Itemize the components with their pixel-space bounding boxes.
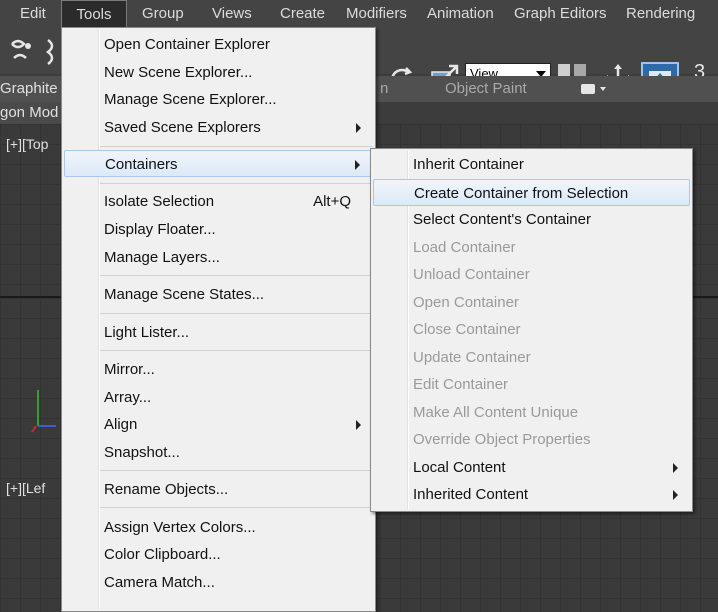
containers-submenu: Inherit Container Create Container from …: [370, 148, 693, 512]
menu-item-label: Saved Scene Explorers: [104, 119, 261, 136]
menu-item-label: Manage Scene States...: [104, 286, 265, 303]
tab-partial[interactable]: n: [380, 80, 388, 97]
menu-item-override-object-properties[interactable]: Override Object Properties: [371, 426, 692, 453]
menu-bar: Edit Tools Group Views Create Modifiers …: [0, 0, 718, 29]
menu-modifiers[interactable]: Modifiers: [346, 0, 407, 28]
menu-item-manage-scene-explorer[interactable]: Manage Scene Explorer...: [62, 86, 375, 113]
menu-item-label: Array...: [104, 389, 152, 406]
menu-item-camera-match[interactable]: Camera Match...: [62, 569, 375, 596]
menu-item-new-scene-explorer[interactable]: New Scene Explorer...: [62, 59, 375, 86]
menu-item-label: Close Container: [413, 321, 521, 338]
menu-item-containers[interactable]: Containers: [64, 150, 373, 177]
ribbon-options-icon[interactable]: [580, 82, 608, 96]
viewport-top-label[interactable]: [+][Top: [6, 136, 48, 152]
menu-item-label: Load Container: [413, 239, 516, 256]
submenu-arrow-icon: [673, 490, 678, 500]
menu-tools[interactable]: Tools: [61, 0, 127, 27]
select-link-icon[interactable]: [6, 36, 36, 66]
menu-item-label: Edit Container: [413, 376, 509, 393]
menu-item-manage-scene-states[interactable]: Manage Scene States...: [62, 281, 375, 308]
menu-item-label: Containers: [105, 156, 178, 173]
menu-item-open-container[interactable]: Open Container: [371, 289, 692, 316]
menu-item-load-container[interactable]: Load Container: [371, 234, 692, 261]
menu-create[interactable]: Create: [280, 0, 325, 28]
menu-item-label: Manage Scene Explorer...: [104, 91, 277, 108]
menu-item-label: Light Lister...: [104, 324, 190, 341]
menu-item-create-container-from-selection[interactable]: Create Container from Selection: [373, 179, 690, 206]
menu-item-label: Select Content's Container: [413, 211, 591, 228]
menu-item-array[interactable]: Array...: [62, 384, 375, 411]
menu-item-label: Make All Content Unique: [413, 404, 579, 421]
menu-item-label: Local Content: [413, 459, 506, 476]
menu-item-label: Open Container Explorer: [104, 36, 270, 53]
menu-item-label: Rename Objects...: [104, 481, 229, 498]
menu-item-mirror[interactable]: Mirror...: [62, 356, 375, 383]
menu-item-make-all-content-unique[interactable]: Make All Content Unique: [371, 399, 692, 426]
menu-item-shortcut: Alt+Q: [313, 193, 351, 210]
menu-item-edit-container[interactable]: Edit Container: [371, 371, 692, 398]
menu-item-label: Inherited Content: [413, 486, 529, 503]
menu-edit[interactable]: Edit: [20, 0, 46, 28]
menu-separator: [100, 146, 373, 147]
menu-item-label: Camera Match...: [104, 574, 215, 591]
menu-item-label: Unload Container: [413, 266, 530, 283]
menu-item-color-clipboard[interactable]: Color Clipboard...: [62, 541, 375, 568]
tools-menu: Open Container Explorer New Scene Explor…: [61, 27, 376, 612]
menu-item-label: Mirror...: [104, 361, 155, 378]
submenu-arrow-icon: [355, 160, 360, 170]
submenu-arrow-icon: [673, 463, 678, 473]
menu-item-select-contents-container[interactable]: Select Content's Container: [371, 206, 692, 233]
bind-icon[interactable]: [44, 36, 60, 66]
menu-item-snapshot[interactable]: Snapshot...: [62, 439, 375, 466]
menu-separator: [100, 350, 373, 351]
axis-tripod-icon: [31, 390, 56, 433]
menu-item-label: Color Clipboard...: [104, 546, 221, 563]
submenu-arrow-icon: [356, 123, 361, 133]
menu-item-isolate-selection[interactable]: Isolate Selection Alt+Q: [62, 188, 375, 215]
menu-separator: [100, 507, 373, 508]
menu-item-close-container[interactable]: Close Container: [371, 316, 692, 343]
submenu-arrow-icon: [356, 420, 361, 430]
menu-item-label: Override Object Properties: [413, 431, 591, 448]
menu-item-unload-container[interactable]: Unload Container: [371, 261, 692, 288]
menu-item-update-container[interactable]: Update Container: [371, 344, 692, 371]
menu-item-manage-layers[interactable]: Manage Layers...: [62, 244, 375, 271]
menu-item-label: Update Container: [413, 349, 531, 366]
menu-item-label: Display Floater...: [104, 221, 216, 238]
tab-object-paint[interactable]: Object Paint: [445, 80, 527, 97]
menu-item-label: Assign Vertex Colors...: [104, 519, 256, 536]
menu-item-label: New Scene Explorer...: [104, 64, 253, 81]
menu-group[interactable]: Group: [142, 0, 184, 28]
menu-item-label: Inherit Container: [413, 156, 524, 173]
menu-item-light-lister[interactable]: Light Lister...: [62, 319, 375, 346]
menu-separator: [100, 183, 373, 184]
menu-views[interactable]: Views: [212, 0, 252, 28]
menu-item-label: Isolate Selection: [104, 193, 215, 210]
menu-item-saved-scene-explorers[interactable]: Saved Scene Explorers: [62, 114, 375, 141]
menu-item-inherit-container[interactable]: Inherit Container: [371, 151, 692, 178]
menu-item-open-container-explorer[interactable]: Open Container Explorer: [62, 31, 375, 58]
menu-item-label: Open Container: [413, 294, 519, 311]
menu-item-label: Align: [104, 416, 138, 433]
menu-item-inherited-content[interactable]: Inherited Content: [371, 481, 692, 508]
menu-item-label: Create Container from Selection: [414, 185, 629, 202]
menu-item-align[interactable]: Align: [62, 411, 375, 438]
menu-item-local-content[interactable]: Local Content: [371, 454, 692, 481]
menu-item-display-floater[interactable]: Display Floater...: [62, 216, 375, 243]
menu-item-assign-vertex-colors[interactable]: Assign Vertex Colors...: [62, 514, 375, 541]
polygon-modeling-label[interactable]: gon Mod: [0, 104, 58, 121]
menu-separator: [100, 470, 373, 471]
menu-item-rename-objects[interactable]: Rename Objects...: [62, 476, 375, 503]
menu-separator: [100, 313, 373, 314]
viewport-left-label[interactable]: [+][Lef: [6, 480, 45, 496]
menu-item-label: Snapshot...: [104, 444, 180, 461]
menu-rendering[interactable]: Rendering: [626, 0, 695, 28]
menu-graph-editors[interactable]: Graph Editors: [514, 0, 607, 28]
menu-item-label: Manage Layers...: [104, 249, 220, 266]
menu-separator: [100, 275, 373, 276]
menu-animation[interactable]: Animation: [427, 0, 494, 28]
